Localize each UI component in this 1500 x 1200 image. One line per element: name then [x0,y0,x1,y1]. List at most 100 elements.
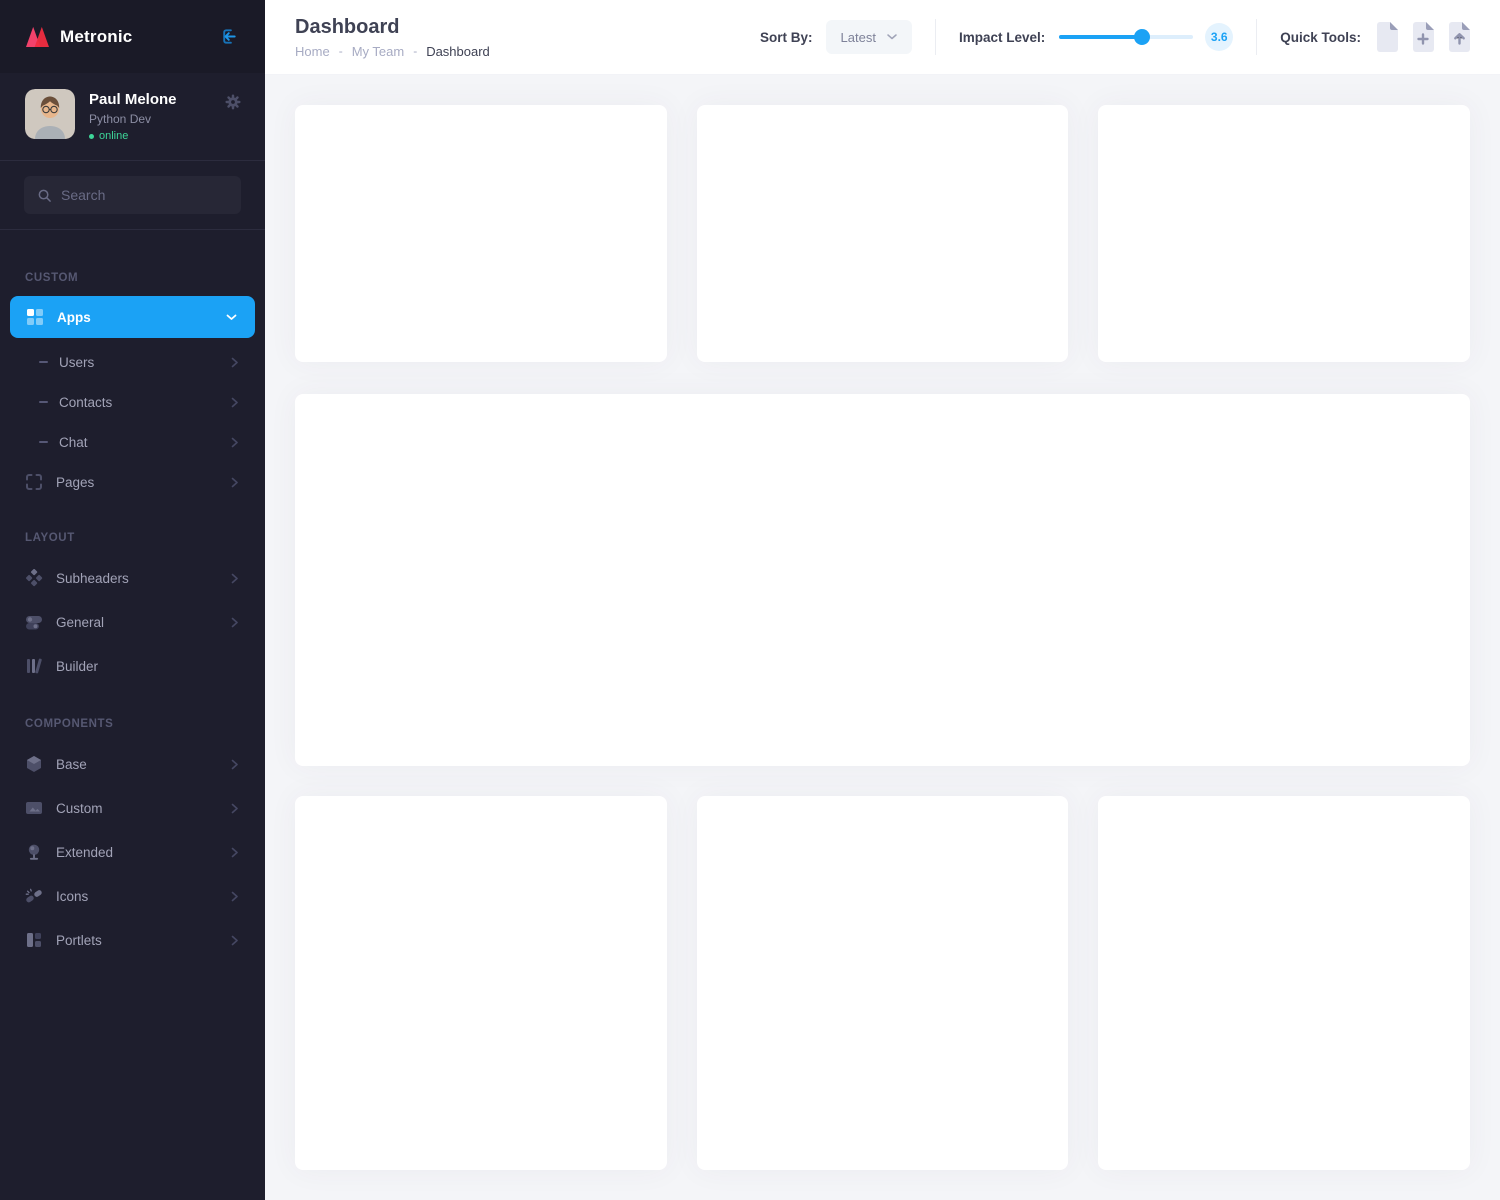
chevron-right-icon [231,847,238,858]
sidebar-item-extended[interactable]: Extended [0,830,265,874]
gear-icon [225,94,241,110]
brand-name: Metronic [60,27,132,47]
search-input[interactable] [61,187,242,203]
sidebar-item-subheaders[interactable]: Subheaders [0,556,265,600]
diamonds-icon [25,569,43,587]
chevron-right-icon [231,803,238,814]
sort-by-select[interactable]: Latest [826,20,912,54]
sidebar-item-label: Portlets [56,933,102,948]
main-content [265,75,1500,1200]
impact-slider-handle[interactable] [1134,29,1150,45]
page-title: Dashboard [295,16,490,39]
collapse-arrow-icon [218,26,239,47]
sidebar-item-label: Contacts [59,395,112,410]
breadcrumb-home[interactable]: Home [295,44,330,59]
add-file-button[interactable] [1411,22,1436,52]
search-box [24,176,241,214]
sidebar-item-label: Users [59,355,94,370]
sidebar-item-portlets[interactable]: Portlets [0,918,265,962]
sidebar: Metronic [0,0,265,1200]
sidebar-item-label: Base [56,757,87,772]
sidebar-nav: CUSTOM Apps Users [0,230,265,962]
status-text: online [99,130,128,142]
section-label-layout: LAYOUT [25,532,265,544]
chevron-right-icon [231,357,238,368]
card-empty-1 [295,105,667,362]
quick-tools [1375,22,1472,52]
dash-bullet-icon [39,401,48,403]
search-area [0,161,265,230]
chevron-right-icon [231,935,238,946]
breadcrumb: Home - My Team - Dashboard [295,44,490,59]
dash-bullet-icon [39,441,48,443]
profile-status: online [89,130,177,142]
sidebar-item-label: Apps [57,310,91,325]
card-empty-3 [1098,105,1470,362]
frame-corners-icon [25,473,43,491]
breadcrumb-separator: - [413,44,417,58]
chevron-right-icon [231,437,238,448]
impact-slider[interactable] [1059,35,1193,39]
chevron-right-icon [231,397,238,408]
sidebar-item-base[interactable]: Base [0,742,265,786]
upload-file-button[interactable] [1447,22,1472,52]
toggles-icon [25,613,43,631]
sidebar-item-label: Builder [56,659,98,674]
sidebar-item-label: Pages [56,475,94,490]
sidebar-item-contacts[interactable]: Contacts [0,382,265,422]
card-empty-4 [295,796,667,1170]
sidebar-item-label: Custom [56,801,103,816]
sidebar-item-users[interactable]: Users [0,342,265,382]
sidebar-item-label: General [56,615,104,630]
page-head: Dashboard Home - My Team - Dashboard [295,16,490,59]
user-profile: Paul Melone Python Dev online [0,73,265,161]
sidebar-item-custom[interactable]: Custom [0,786,265,830]
sidebar-item-label: Chat [59,435,88,450]
chevron-right-icon [231,573,238,584]
card-empty-6 [1098,796,1470,1170]
header-toolbar: Sort By: Latest Impact Level: 3.6 Quick … [760,19,1472,55]
section-label-components: COMPONENTS [25,718,265,730]
breadcrumb-current: Dashboard [426,44,490,59]
layout-blocks-icon [25,931,43,949]
impact-level-label: Impact Level: [959,30,1045,45]
chevron-right-icon [231,477,238,488]
chevron-down-icon [226,314,237,321]
sidebar-item-label: Icons [56,889,88,904]
sidebar-item-general[interactable]: General [0,600,265,644]
profile-settings-button[interactable] [225,93,241,111]
online-dot-icon [89,134,94,139]
sidebar-item-chat[interactable]: Chat [0,422,265,462]
brand-bar: Metronic [0,0,265,73]
broken-link-icon [25,887,43,905]
sidebar-item-icons[interactable]: Icons [0,874,265,918]
sort-by-value: Latest [841,30,876,45]
chevron-down-icon [887,34,897,40]
impact-slider-fill [1059,35,1142,39]
sort-by-label: Sort By: [760,30,813,45]
cards-row-bottom [295,796,1470,1170]
globe-stand-icon [25,843,43,861]
avatar[interactable] [25,89,75,139]
chevron-right-icon [231,617,238,628]
cube-icon [25,755,43,773]
section-label-custom: CUSTOM [25,272,265,284]
new-file-button[interactable] [1375,22,1400,52]
file-plus-icon [1411,22,1436,52]
quick-tools-label: Quick Tools: [1280,30,1361,45]
profile-meta: Paul Melone Python Dev online [89,89,177,142]
image-icon [25,799,43,817]
card-empty-2 [697,105,1069,362]
breadcrumb-my-team[interactable]: My Team [352,44,405,59]
app-root: Metronic [0,0,1500,1200]
sidebar-item-builder[interactable]: Builder [0,644,265,688]
sidebar-item-apps[interactable]: Apps [10,296,255,338]
chevron-right-icon [231,891,238,902]
file-icon [1375,22,1400,52]
apps-grid-icon [26,308,44,326]
sidebar-collapse-button[interactable] [218,26,239,47]
divider [1256,19,1257,55]
search-icon [37,188,52,203]
bars-icon [25,657,43,675]
sidebar-item-pages[interactable]: Pages [0,462,265,502]
